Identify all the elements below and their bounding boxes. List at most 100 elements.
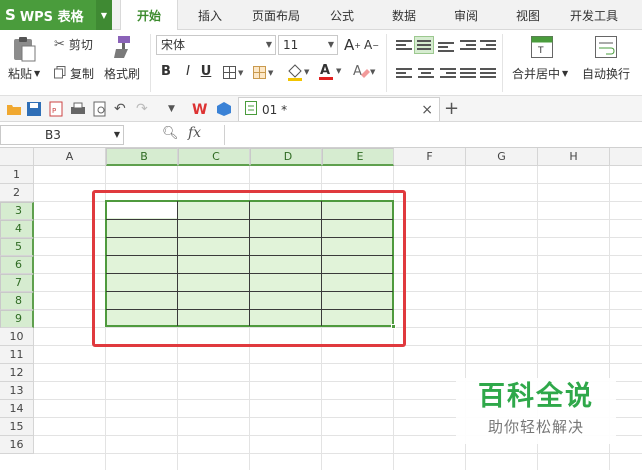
justify-icon[interactable] xyxy=(460,66,476,80)
print-preview-icon[interactable] xyxy=(92,101,108,117)
svg-text:T: T xyxy=(537,46,544,56)
row-header-10[interactable]: 10 xyxy=(0,328,34,346)
column-header-g[interactable]: G xyxy=(466,148,538,166)
row-header-7[interactable]: 7 xyxy=(0,274,34,292)
tab-developer[interactable]: 开发工具 xyxy=(562,0,626,30)
row-header-16[interactable]: 16 xyxy=(0,436,34,454)
column-header-a[interactable]: A xyxy=(34,148,106,166)
svg-text:A: A xyxy=(320,63,330,78)
format-painter-icon[interactable] xyxy=(108,34,134,60)
print-icon[interactable] xyxy=(70,101,86,117)
name-box[interactable]: B3 ▼ xyxy=(0,125,124,145)
svg-text:▼: ▼ xyxy=(370,68,376,76)
copy-button[interactable]: 复制 xyxy=(54,65,94,82)
underline-button[interactable]: U xyxy=(198,64,214,79)
formula-bar: B3 ▼ 🔍︎ fx xyxy=(0,122,642,148)
cell-style-icon[interactable]: ▼ xyxy=(252,64,276,80)
column-header-c[interactable]: C xyxy=(178,148,250,166)
select-all-corner[interactable] xyxy=(0,148,34,166)
document-tab[interactable]: 01 * × xyxy=(238,97,440,121)
row-header-13[interactable]: 13 xyxy=(0,382,34,400)
column-header-f[interactable]: F xyxy=(394,148,466,166)
watermark: 百科全说 助你轻松解决 xyxy=(456,378,616,444)
merge-center-icon[interactable]: T xyxy=(530,35,554,59)
paste-icon[interactable] xyxy=(10,35,38,63)
align-top-icon[interactable] xyxy=(396,38,412,52)
align-right-icon[interactable] xyxy=(440,66,456,80)
row-header-14[interactable]: 14 xyxy=(0,400,34,418)
new-tab-button[interactable]: + xyxy=(444,98,459,119)
gridline xyxy=(34,363,642,364)
align-bottom-icon[interactable] xyxy=(438,40,454,54)
ribbon-toolbar: 粘贴 ▼ ✂ 剪切 复制 格式刷 宋体 ▼ 11 ▼ A + A − B I U ▼ xyxy=(0,30,642,96)
wps-logo-icon: S xyxy=(5,6,16,24)
insert-function-button[interactable]: fx xyxy=(188,125,201,141)
cube-icon[interactable] xyxy=(216,101,232,117)
close-tab-icon[interactable]: × xyxy=(421,102,433,118)
ribbon-divider xyxy=(386,34,387,92)
export-pdf-icon[interactable]: P xyxy=(48,101,64,117)
italic-button[interactable]: I xyxy=(180,64,196,79)
font-name-select[interactable]: 宋体 ▼ xyxy=(156,35,276,55)
row-header-15[interactable]: 15 xyxy=(0,418,34,436)
save-icon[interactable] xyxy=(26,101,42,117)
align-middle-icon[interactable] xyxy=(414,36,434,54)
row-header-3[interactable]: 3 xyxy=(0,202,34,220)
tab-view[interactable]: 视图 xyxy=(504,0,552,30)
wrap-text-button[interactable]: 自动换行 xyxy=(582,65,630,82)
wps-app-menu-button[interactable]: S WPS 表格 xyxy=(0,0,96,30)
open-folder-icon[interactable] xyxy=(6,101,22,117)
wrap-text-icon[interactable] xyxy=(594,35,618,59)
decrease-indent-icon[interactable] xyxy=(460,38,476,52)
merge-center-button[interactable]: 合并居中 ▼ xyxy=(512,65,568,82)
row-header-8[interactable]: 8 xyxy=(0,292,34,310)
increase-font-size-icon[interactable]: A + xyxy=(344,36,361,54)
decrease-font-size-icon[interactable]: A − xyxy=(364,38,379,52)
format-painter-button[interactable]: 格式刷 xyxy=(104,65,140,82)
tab-review[interactable]: 审阅 xyxy=(442,0,490,30)
tab-formulas[interactable]: 公式 xyxy=(318,0,366,30)
cut-button[interactable]: ✂ 剪切 xyxy=(54,36,93,53)
tab-page-layout[interactable]: 页面布局 xyxy=(244,0,308,30)
increase-indent-icon[interactable] xyxy=(480,38,496,52)
row-header-6[interactable]: 6 xyxy=(0,256,34,274)
align-center-icon[interactable] xyxy=(418,66,434,80)
row-header-12[interactable]: 12 xyxy=(0,364,34,382)
column-header-h[interactable]: H xyxy=(538,148,610,166)
redo-icon[interactable]: ↷ xyxy=(136,101,152,117)
column-header-d[interactable]: D xyxy=(250,148,322,166)
font-color-icon[interactable]: A ▼ xyxy=(318,62,344,81)
app-menu-dropdown-icon[interactable]: ▼ xyxy=(96,0,112,30)
svg-text:▼: ▼ xyxy=(238,69,244,77)
wps-logo-tab-icon[interactable]: W xyxy=(192,101,208,118)
borders-icon[interactable]: ▼ xyxy=(222,64,244,80)
customize-toolbar-icon[interactable]: ▼ xyxy=(168,104,184,120)
row-header-2[interactable]: 2 xyxy=(0,184,34,202)
fill-color-icon[interactable]: ▼ xyxy=(286,63,312,81)
app-name: WPS 表格 xyxy=(19,9,84,25)
tab-insert[interactable]: 插入 xyxy=(186,0,234,30)
document-tab-title: 01 * xyxy=(262,102,288,117)
row-header-1[interactable]: 1 xyxy=(0,166,34,184)
formula-input[interactable] xyxy=(224,125,642,145)
zoom-search-icon[interactable]: 🔍︎ xyxy=(162,126,179,141)
bold-button[interactable]: B xyxy=(158,64,174,79)
wps-spreadsheet-window: S WPS 表格 ▼ 开始 插入 页面布局 公式 数据 审阅 视图 开发工具 粘… xyxy=(0,0,642,470)
row-header-5[interactable]: 5 xyxy=(0,238,34,256)
column-header-b[interactable]: B xyxy=(106,148,178,166)
font-size-value: 11 xyxy=(283,38,299,52)
menu-bar: S WPS 表格 ▼ 开始 插入 页面布局 公式 数据 审阅 视图 开发工具 xyxy=(0,0,642,31)
font-size-select[interactable]: 11 ▼ xyxy=(278,35,338,55)
row-header-9[interactable]: 9 xyxy=(0,310,34,328)
row-header-11[interactable]: 11 xyxy=(0,346,34,364)
column-header-e[interactable]: E xyxy=(322,148,394,166)
clear-format-icon[interactable]: A ▼ xyxy=(352,63,378,81)
paste-button[interactable]: 粘贴 ▼ xyxy=(8,65,40,82)
align-left-icon[interactable] xyxy=(396,66,412,80)
row-header-4[interactable]: 4 xyxy=(0,220,34,238)
spreadsheet-file-icon xyxy=(245,101,257,118)
undo-icon[interactable]: ↶ xyxy=(114,101,130,117)
distributed-align-icon[interactable] xyxy=(480,66,496,80)
tab-home[interactable]: 开始 xyxy=(120,0,178,31)
tab-data[interactable]: 数据 xyxy=(380,0,428,30)
